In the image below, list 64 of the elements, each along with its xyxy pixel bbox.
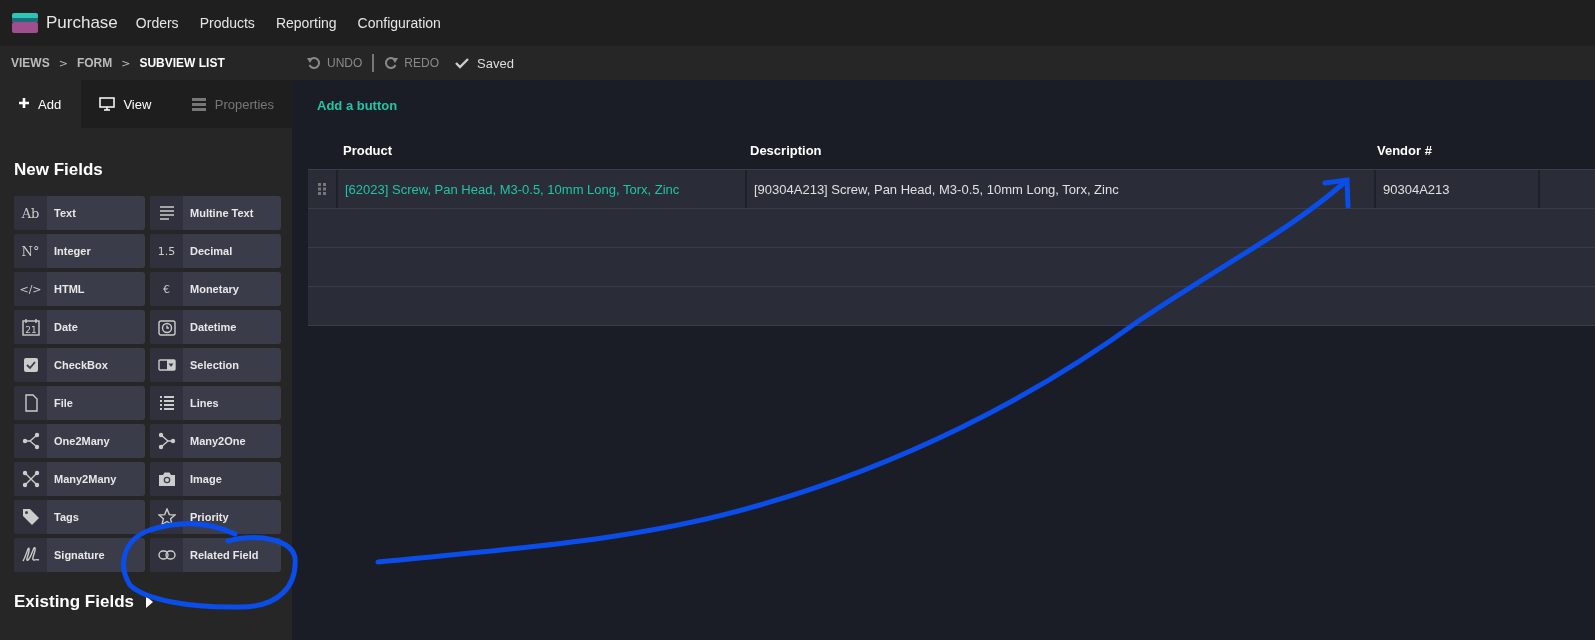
field-type-button[interactable]: N° Integer [14,234,145,268]
field-type-button[interactable]: Selection [150,348,281,382]
signature-icon [21,546,40,564]
field-type-button[interactable]: Related Field [150,538,281,572]
checkbox-icon [21,356,40,374]
field-type-button[interactable]: Lines [150,386,281,420]
branch-icon [21,432,40,450]
stack-icon [190,97,207,111]
calendar-icon: 21 [21,318,40,336]
column-header[interactable]: Vendor # [1370,132,1532,169]
merge-icon [157,432,176,450]
section-title: New Fields [13,159,104,181]
save-status: Saved [477,55,514,71]
undo-icon [307,56,321,70]
menu-item[interactable]: Products [199,15,255,31]
field-type-icon: € [163,282,170,296]
field-type-button[interactable]: Many2Many [14,462,145,496]
field-type-button[interactable]: </> HTML [14,272,145,306]
menu-item[interactable]: Configuration [357,15,441,31]
camera-icon [157,470,176,488]
check-icon [455,57,469,69]
field-type-button[interactable]: One2Many [14,424,145,458]
app-name[interactable]: Purchase [46,13,118,33]
app-logo-icon [12,13,38,33]
field-type-icon: Ab [21,205,40,221]
tag-icon [21,508,40,526]
field-type-button[interactable]: Ab Text [14,196,145,230]
field-type-button[interactable]: 1.5 Decimal [150,234,281,268]
plus-icon [18,97,30,111]
column-header[interactable]: Product [336,132,743,169]
existing-fields-toggle[interactable]: Existing Fields [0,572,292,612]
list-icon [157,394,176,412]
dropdown-icon [157,356,176,374]
field-type-button[interactable]: Multine Text [150,196,281,230]
field-type-icon: 1.5 [157,244,176,258]
sidebar-tab[interactable]: View [81,80,173,128]
add-button-link[interactable]: Add a button [308,98,1595,132]
field-type-button[interactable]: Priority [150,500,281,534]
monitor-icon [99,97,116,111]
field-type-icon: N° [21,243,40,259]
redo-icon [384,56,399,70]
field-type-button[interactable]: Datetime [150,310,281,344]
menu-item[interactable]: Reporting [275,15,337,31]
field-type-button[interactable]: Many2One [150,424,281,458]
field-type-button[interactable]: CheckBox [14,348,145,382]
breadcrumb-separator: > [121,56,131,70]
breadcrumb[interactable]: VIEWS [11,56,50,70]
breadcrumb[interactable]: FORM [76,56,113,70]
field-type-button[interactable]: Tags [14,500,145,534]
field-type-button[interactable]: Signature [14,538,145,572]
field-type-icon: </> [19,282,42,296]
drag-handle-icon [318,183,326,195]
star-icon [157,508,176,526]
field-type-button[interactable]: 21 Date [14,310,145,344]
field-type-button[interactable]: File [14,386,145,420]
field-type-button[interactable]: Image [150,462,281,496]
cross-nodes-icon [21,470,40,488]
field-type-button[interactable]: € Monetary [150,272,281,306]
lines-icon [157,204,176,222]
clock-icon [157,318,176,336]
menu-item[interactable]: Orders [135,15,179,31]
breadcrumb-separator: > [58,56,68,70]
column-header[interactable]: Description [743,132,1370,169]
breadcrumb[interactable]: SUBVIEW LIST [139,56,225,70]
